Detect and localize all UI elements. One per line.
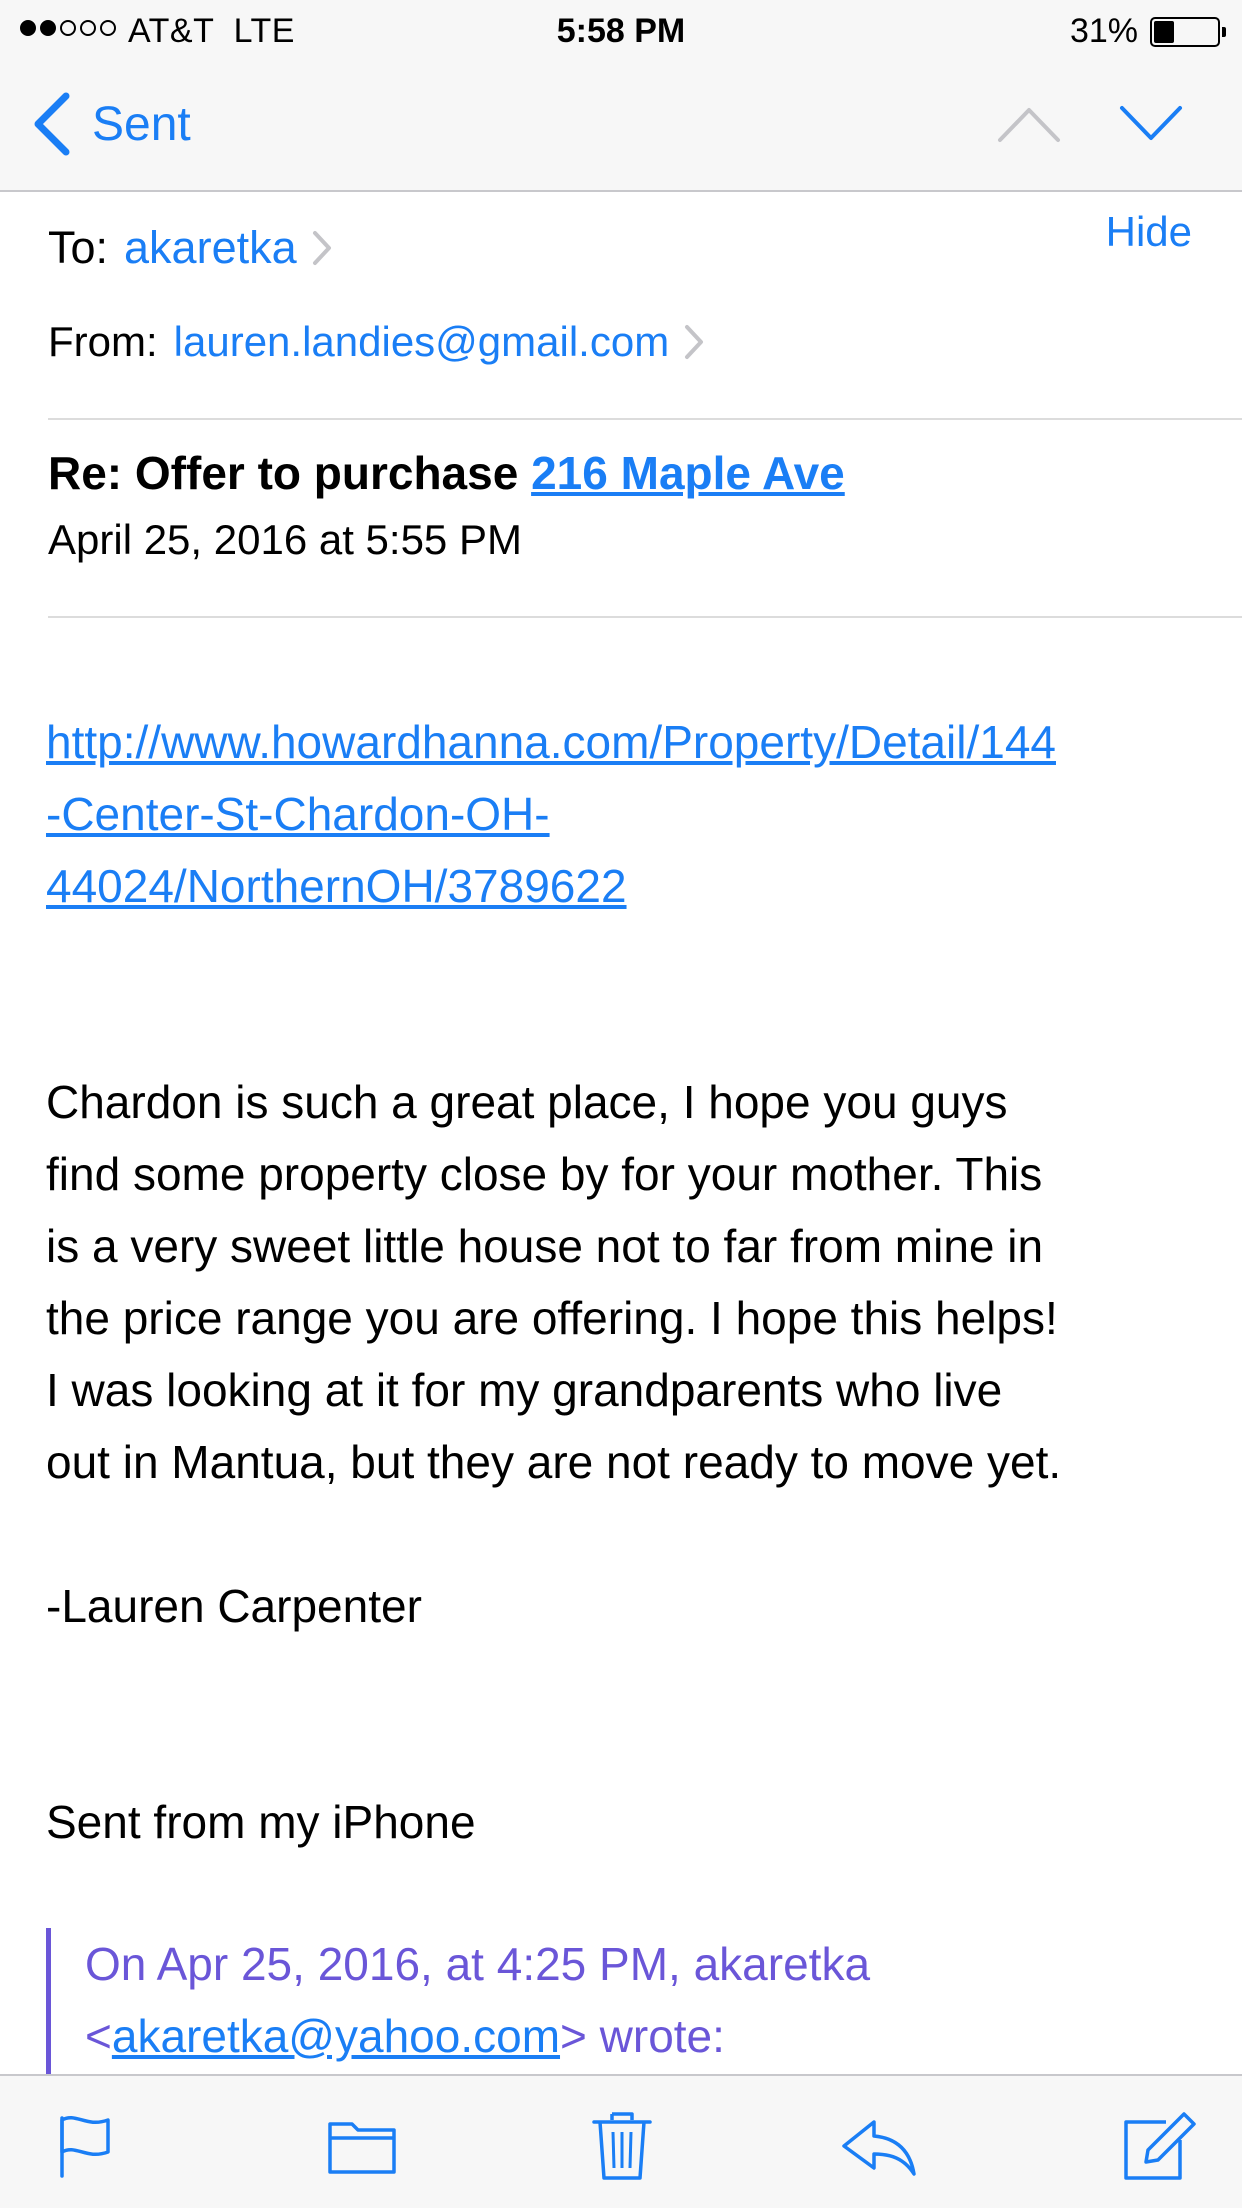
paragraph-line: the price range you are offering. I hope… [46, 1292, 1058, 1344]
quoted-reply: On Apr 25, 2016, at 4:25 PM, akaretka <a… [46, 1928, 1206, 2078]
status-time: 5:58 PM [556, 12, 686, 50]
url-line: -Center-St-Chardon-OH- [46, 788, 550, 840]
paragraph-line: out in Mantua, but they are not ready to… [46, 1436, 1062, 1488]
back-button[interactable]: Sent [32, 92, 191, 156]
paragraph-line: Chardon is such a great place, I hope yo… [46, 1076, 1008, 1128]
url-line: 44024/NorthernOH/3789622 [46, 860, 627, 912]
paragraph-line: find some property close by for your mot… [46, 1148, 1043, 1200]
from-row: From: lauren.landies@gmail.com [48, 318, 1242, 366]
quote-email-link[interactable]: akaretka@yahoo.com [112, 2010, 560, 2062]
trash-icon[interactable] [582, 2104, 662, 2184]
sent-from-line: Sent from my iPhone [46, 1796, 476, 1848]
reply-icon[interactable] [838, 2104, 918, 2184]
chevron-right-icon [685, 325, 704, 359]
navigation-bar: Sent [0, 62, 1242, 192]
paragraph-line: is a very sweet little house not to far … [46, 1220, 1044, 1272]
battery-percent: 31% [1069, 12, 1138, 50]
subject-address-link[interactable]: 216 Maple Ave [531, 447, 845, 499]
quote-intro: On Apr 25, 2016, at 4:25 PM, akaretka [85, 1938, 871, 1990]
status-bar: AT&T LTE 5:58 PM 31% [0, 0, 1242, 62]
sender-email[interactable]: lauren.landies@gmail.com [174, 318, 670, 366]
chevron-down-icon[interactable] [1118, 102, 1184, 146]
flag-icon[interactable] [46, 2104, 126, 2184]
battery-level [1154, 21, 1175, 43]
subject-prefix: Re: Offer to purchase [48, 447, 532, 499]
from-label: From: [48, 318, 158, 365]
battery-icon [1150, 17, 1226, 47]
recipient-name[interactable]: akaretka [124, 222, 297, 274]
hide-button[interactable]: Hide [1106, 208, 1192, 256]
folder-icon[interactable] [322, 2104, 402, 2184]
url-line: http://www.howardhanna.com/Property/Deta… [46, 716, 1056, 768]
to-row: To: akaretka [48, 222, 1242, 274]
message-paragraph: Chardon is such a great place, I hope yo… [46, 1066, 1206, 1498]
quote-email-line: <akaretka@yahoo.com> wrote: [85, 2000, 1206, 2072]
signature: -Lauren Carpenter [46, 1580, 422, 1632]
quote-tail: > wrote: [560, 2010, 725, 2062]
chevron-right-icon [312, 231, 331, 265]
email-date: April 25, 2016 at 5:55 PM [48, 516, 522, 563]
to-label: To: [48, 222, 109, 273]
header-divider [48, 418, 1242, 420]
paragraph-line: I was looking at it for my grandparents … [46, 1364, 1003, 1416]
chevron-up-icon[interactable] [996, 102, 1062, 146]
quote-lt: < [85, 2010, 112, 2062]
email-subject: Re: Offer to purchase 216 Maple Ave [48, 446, 845, 500]
back-label: Sent [92, 97, 191, 151]
subject-divider [48, 616, 1242, 618]
property-link[interactable]: http://www.howardhanna.com/Property/Deta… [46, 706, 1206, 922]
bottom-toolbar [0, 2074, 1242, 2208]
compose-icon[interactable] [1118, 2104, 1198, 2184]
chevron-left-icon [34, 92, 70, 156]
